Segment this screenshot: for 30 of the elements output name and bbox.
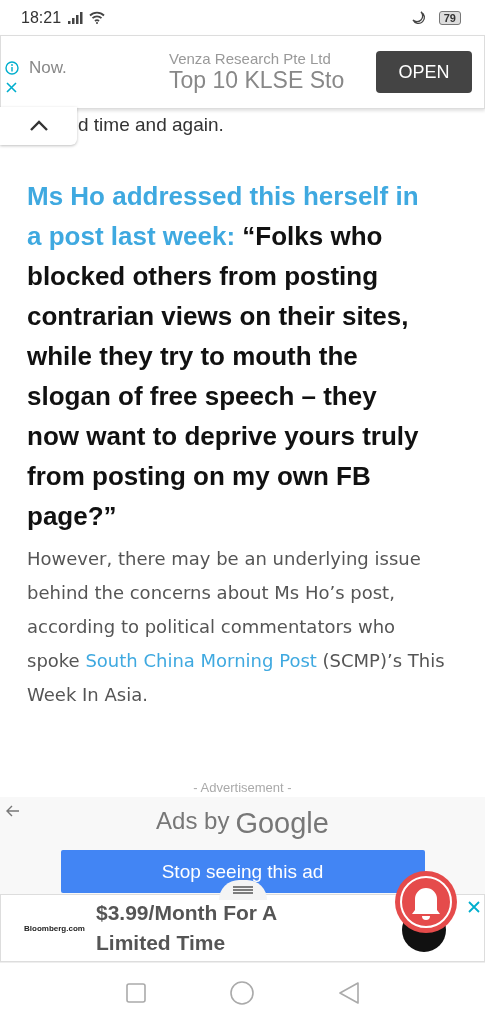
- clock: 18:21: [21, 8, 62, 27]
- ad-banner[interactable]: Now. Venza Research Pte Ltd Top 10 KLSE Sto OPEN: [0, 35, 485, 110]
- back-arrow-icon[interactable]: [6, 805, 20, 818]
- body-text: d time and again.: [78, 114, 225, 138]
- notification-bell-button[interactable]: [394, 870, 458, 953]
- google-logo: Google: [235, 807, 329, 841]
- close-icon[interactable]: [5, 80, 18, 94]
- article-quote: Ms Ho addressed this herself in a post last week: “Folks who blocked others from posting contrarian views on their sites, while they try to mouth the slogan of free speech – they now want to deprive yours truly from posting on my own FB page?”: [27, 180, 420, 534]
- advertisement-label: - Advertisement -: [192, 780, 293, 796]
- ad-headline: Top 10 KLSE Sto: [169, 67, 346, 95]
- ad-text: Now.: [29, 58, 68, 80]
- back-icon[interactable]: [338, 982, 359, 1004]
- ad-banner[interactable]: Bloomberg.com $3.99/Month For A Limited Time: [0, 894, 485, 963]
- recents-icon[interactable]: [126, 983, 147, 1003]
- wifi-icon: [89, 11, 106, 24]
- battery-indicator: 79: [438, 10, 461, 25]
- advertiser-name: Venza Research Pte Ltd: [169, 50, 332, 68]
- signal-icon: [68, 11, 85, 24]
- moon-icon: [411, 10, 426, 25]
- ads-by-label: Ads by: [156, 807, 230, 837]
- home-icon[interactable]: [230, 981, 255, 1005]
- collapse-button[interactable]: [0, 107, 77, 146]
- open-button[interactable]: OPEN: [376, 51, 472, 94]
- stop-ad-button[interactable]: Stop seeing this ad: [60, 850, 425, 894]
- close-icon[interactable]: [467, 900, 481, 915]
- info-icon[interactable]: [5, 60, 19, 75]
- ad-logo: Bloomberg.com: [24, 923, 86, 933]
- body-paragraph: However, there may be an underlying issue behind the concerns about Ms Ho’s post, according to political commentators who spoke South China Morning Post (SCMP)’s This Week In Asia.: [27, 547, 446, 708]
- caret-icon: [28, 120, 49, 133]
- ad-headline: $3.99/Month For A Limited Time: [96, 900, 278, 957]
